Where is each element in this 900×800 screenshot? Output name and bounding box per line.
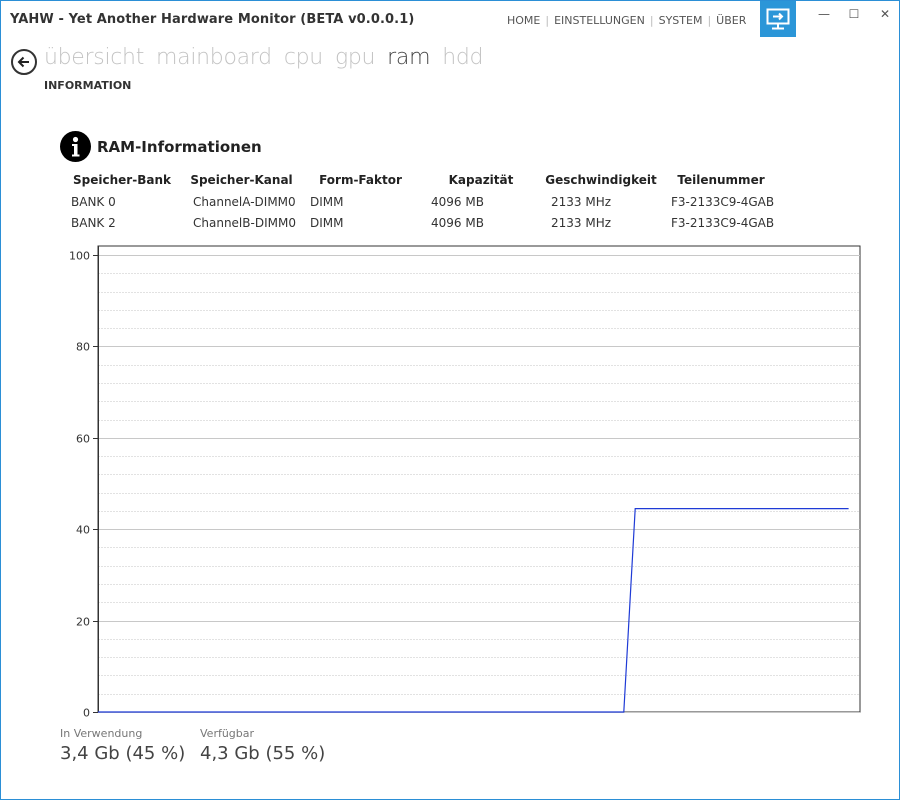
app-title: YAHW - Yet Another Hardware Monitor (BET… <box>10 12 415 27</box>
plot-border <box>97 245 861 713</box>
series-line <box>98 508 849 713</box>
monitor-icon <box>766 8 790 30</box>
monitor-button[interactable] <box>760 1 796 37</box>
column-header-capacity: Kapazität <box>448 173 514 187</box>
legend-available-label: Verfügbar <box>200 727 255 740</box>
legend-in-use: In Verwendung 3,4 Gb (45 %) <box>60 727 185 764</box>
tab-mainboard[interactable]: mainboard <box>156 45 272 70</box>
tab-ram[interactable]: ram <box>387 45 430 70</box>
y-tick-label: 100 <box>69 250 90 263</box>
maximize-button[interactable]: ☐ <box>844 7 864 21</box>
y-tick-label: 0 <box>83 707 90 720</box>
ram-table: Speicher-Bank Speicher-Kanal Form-Faktor… <box>61 169 781 233</box>
column-header-speed: Geschwindigkeit <box>545 173 657 187</box>
y-tick-label: 40 <box>76 524 90 537</box>
app-window: YAHW - Yet Another Hardware Monitor (BET… <box>0 0 900 800</box>
nav-separator: | <box>707 14 712 27</box>
cell-part-number: F3-2133C9-4GAB <box>671 194 775 209</box>
cell-speed: 2133 MHz <box>551 215 612 230</box>
back-button[interactable] <box>11 49 37 75</box>
table-row: BANK 2 ChannelB-DIMM0 DIMM 4096 MB 2133 … <box>61 212 781 233</box>
cell-form-factor: DIMM <box>310 215 344 230</box>
section-title: RAM-Informationen <box>97 138 262 156</box>
cell-capacity: 4096 MB <box>431 215 484 230</box>
column-header-channel: Speicher-Kanal <box>190 173 293 187</box>
tab-hdd[interactable]: hdd <box>442 45 483 70</box>
ram-usage-chart: 0 20 40 60 80 100 <box>59 245 864 721</box>
legend-available: Verfügbar 4,3 Gb (55 %) <box>200 727 325 764</box>
tab-overview[interactable]: übersicht <box>44 45 144 70</box>
legend-in-use-value: 3,4 Gb (45 %) <box>60 743 186 764</box>
legend-available-value: 4,3 Gb (55 %) <box>200 743 326 764</box>
minimize-button[interactable]: — <box>814 7 834 21</box>
nav-settings[interactable]: EINSTELLUNGEN <box>554 14 645 27</box>
tab-cpu[interactable]: cpu <box>284 45 323 70</box>
section-tabs: übersicht mainboard cpu gpu ram hdd <box>44 45 495 70</box>
nav-separator: | <box>649 14 654 27</box>
cell-bank: BANK 2 <box>71 215 116 230</box>
nav-home[interactable]: HOME <box>507 14 540 27</box>
legend-in-use-label: In Verwendung <box>60 727 143 740</box>
table-row: BANK 0 ChannelA-DIMM0 DIMM 4096 MB 2133 … <box>61 191 781 212</box>
y-tick-label: 80 <box>76 341 90 354</box>
close-button[interactable]: ✕ <box>875 7 895 21</box>
y-tick-label: 60 <box>76 433 90 446</box>
info-icon <box>60 131 91 162</box>
column-header-bank: Speicher-Bank <box>73 173 171 187</box>
cell-channel: ChannelA-DIMM0 <box>193 194 296 209</box>
cell-form-factor: DIMM <box>310 194 344 209</box>
nav-about[interactable]: ÜBER <box>716 14 746 27</box>
table-header-row: Speicher-Bank Speicher-Kanal Form-Faktor… <box>61 169 781 191</box>
arrow-left-icon <box>17 56 29 68</box>
cell-channel: ChannelB-DIMM0 <box>193 215 296 230</box>
tab-gpu[interactable]: gpu <box>335 45 376 70</box>
title-bar: YAHW - Yet Another Hardware Monitor (BET… <box>1 1 899 39</box>
subtab-information[interactable]: INFORMATION <box>44 79 131 92</box>
y-tick-label: 20 <box>76 616 90 629</box>
nav-system[interactable]: SYSTEM <box>659 14 703 27</box>
column-header-form-factor: Form-Faktor <box>319 173 402 187</box>
cell-part-number: F3-2133C9-4GAB <box>671 215 775 230</box>
nav-separator: | <box>545 14 550 27</box>
cell-speed: 2133 MHz <box>551 194 612 209</box>
column-header-part-number: Teilenummer <box>677 173 765 187</box>
cell-bank: BANK 0 <box>71 194 116 209</box>
chart-svg: 0 20 40 60 80 100 <box>69 245 861 720</box>
cell-capacity: 4096 MB <box>431 194 484 209</box>
top-navigation: HOME | EINSTELLUNGEN | SYSTEM | ÜBER <box>507 14 746 27</box>
